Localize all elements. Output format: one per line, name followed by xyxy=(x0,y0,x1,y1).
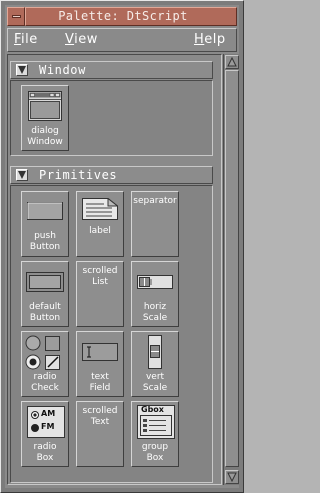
push-button-icon xyxy=(22,202,68,220)
item-label: Box xyxy=(146,453,164,463)
item-label: scrolled xyxy=(82,406,118,416)
menu-bar: File View Help xyxy=(7,28,237,52)
item-label: vert xyxy=(145,372,165,382)
menu-view[interactable]: View xyxy=(65,32,98,47)
scroll-down-arrow-icon[interactable] xyxy=(225,470,239,484)
item-label: group xyxy=(141,442,169,452)
palette-item-horiz-scale[interactable]: horiz Scale xyxy=(131,261,179,327)
palette-item-dialog-window[interactable]: dialog Window xyxy=(21,85,69,151)
vert-scale-icon xyxy=(132,335,178,369)
item-label: horiz xyxy=(143,302,167,312)
section-label-window: Window xyxy=(39,63,86,77)
default-button-icon xyxy=(22,272,68,292)
radio-box-am: AM xyxy=(41,409,56,418)
palette-item-default-button[interactable]: default Button xyxy=(21,261,69,327)
radio-box-icon: AM FM xyxy=(27,406,65,438)
item-label: Text xyxy=(90,417,110,427)
scroll-up-arrow-icon[interactable] xyxy=(225,55,239,69)
palette-item-radio-box[interactable]: AM FM radio Box xyxy=(21,401,69,467)
collapse-triangle-icon[interactable] xyxy=(16,64,28,76)
section-header-window[interactable]: Window xyxy=(10,61,213,79)
palette-item-radio-check[interactable]: radio Check xyxy=(21,331,69,397)
menu-file[interactable]: File xyxy=(14,32,38,47)
section-body-primitives: push Button label separator default Butt… xyxy=(10,185,213,483)
window-title: Palette: DtScript xyxy=(58,9,188,23)
item-label: Field xyxy=(89,383,111,393)
item-label: Button xyxy=(29,313,61,323)
item-label: Button xyxy=(29,242,61,252)
item-label: label xyxy=(89,226,111,236)
section-label-primitives: Primitives xyxy=(39,168,118,182)
dialog-window-icon xyxy=(22,91,68,121)
palette-window: Palette: DtScript File View Help Window xyxy=(0,0,244,493)
label-icon xyxy=(77,198,123,220)
item-label: Check xyxy=(31,383,59,393)
item-label: Window xyxy=(27,137,63,147)
item-label: List xyxy=(92,277,108,287)
item-label: Box xyxy=(36,453,54,463)
menu-help[interactable]: Help xyxy=(194,32,226,47)
palette-item-scrolled-text[interactable]: scrolled Text xyxy=(76,401,124,467)
window-menu-button[interactable] xyxy=(7,7,25,26)
group-box-icon: Gbox xyxy=(137,405,175,439)
palette-item-scrolled-list[interactable]: scrolled List xyxy=(76,261,124,327)
item-label: radio xyxy=(33,372,57,382)
item-label: dialog xyxy=(31,126,59,136)
item-label: scrolled xyxy=(82,266,118,276)
item-label: Scale xyxy=(142,313,168,323)
palette-item-group-box[interactable]: Gbox group Box xyxy=(131,401,179,467)
section-body-window: dialog Window xyxy=(10,80,213,156)
palette-item-label[interactable]: label xyxy=(76,191,124,257)
palette-item-text-field[interactable]: text Field xyxy=(76,331,124,397)
palette-item-vert-scale[interactable]: vert Scale xyxy=(131,331,179,397)
item-label: text xyxy=(91,372,109,382)
palette-item-push-button[interactable]: push Button xyxy=(21,191,69,257)
window-menu-icon xyxy=(12,15,21,18)
radio-check-icon xyxy=(22,334,68,372)
scroll-thumb[interactable] xyxy=(225,70,239,467)
radio-box-fm: FM xyxy=(41,422,55,431)
item-label: default xyxy=(29,302,61,312)
horiz-scale-icon xyxy=(132,275,178,289)
item-label: separator xyxy=(133,196,177,206)
text-field-icon xyxy=(77,343,123,361)
item-label: push xyxy=(34,231,56,241)
vertical-scrollbar[interactable] xyxy=(223,54,239,485)
section-header-primitives[interactable]: Primitives xyxy=(10,166,213,184)
palette-item-separator[interactable]: separator xyxy=(131,191,179,257)
item-label: Scale xyxy=(142,383,168,393)
collapse-triangle-icon[interactable] xyxy=(16,169,28,181)
item-label: radio xyxy=(33,442,57,452)
